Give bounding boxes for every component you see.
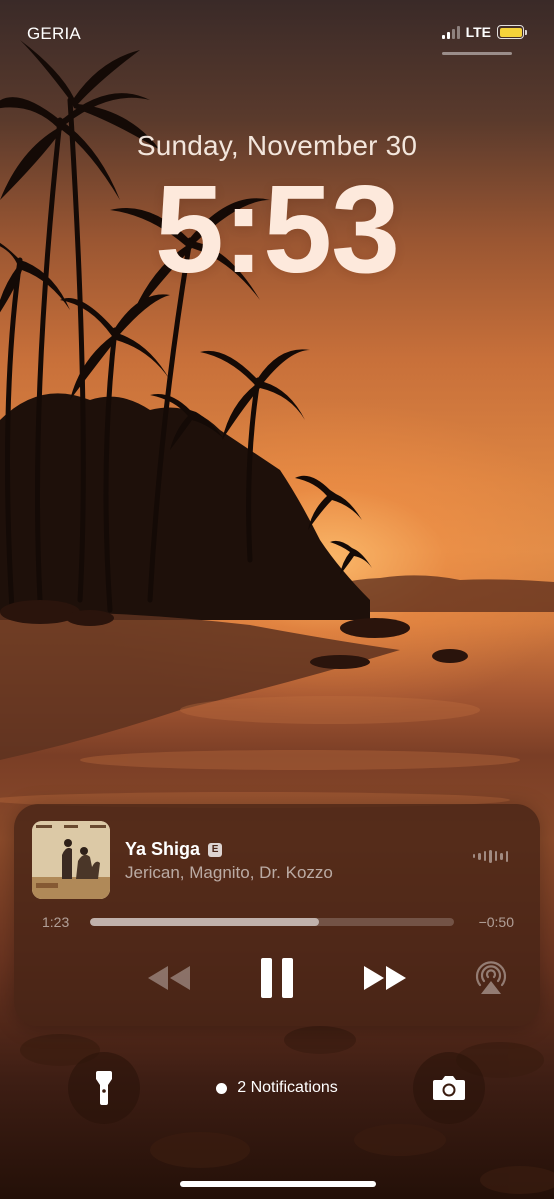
track-artist[interactable]: Jerican, Magnito, Dr. Kozzo — [125, 863, 333, 883]
airplay-icon — [475, 961, 507, 994]
rewind-icon — [148, 966, 190, 990]
album-artwork[interactable] — [32, 821, 110, 899]
pause-icon — [261, 958, 293, 998]
track-title[interactable]: Ya Shiga E — [125, 839, 223, 860]
battery-icon — [497, 25, 527, 39]
album-art-illustration — [32, 821, 110, 899]
notifications-label: 2 Notifications — [237, 1079, 338, 1096]
rewind-button[interactable] — [138, 956, 200, 1000]
playback-progress — [90, 918, 320, 926]
pause-button[interactable] — [252, 952, 302, 1004]
time-elapsed: 1:23 — [42, 914, 70, 930]
playback-scrubber[interactable] — [90, 918, 454, 926]
signal-strength-icon — [441, 25, 460, 39]
status-bar-indicator — [442, 52, 512, 55]
status-indicators: LTE — [441, 24, 527, 40]
carrier-name: GERIA — [27, 24, 81, 43]
time-remaining: −0:50 — [478, 914, 514, 930]
camera-icon — [433, 1076, 465, 1100]
now-playing-widget[interactable]: Ya Shiga E Jerican, Magnito, Dr. Kozzo 1… — [14, 804, 540, 1026]
lock-date: Sunday, November 30 — [136, 130, 418, 161]
audio-waveform-icon[interactable] — [472, 849, 508, 863]
network-type: LTE — [465, 24, 491, 40]
fast-forward-button[interactable] — [354, 956, 416, 1000]
airplay-button[interactable] — [466, 956, 516, 1000]
explicit-badge: E — [208, 842, 223, 857]
track-title-text: Ya Shiga — [125, 839, 201, 859]
fast-forward-icon — [364, 966, 406, 990]
camera-button[interactable] — [413, 1052, 485, 1124]
home-indicator[interactable] — [180, 1181, 376, 1187]
lock-clock[interactable]: 5:53 — [0, 168, 554, 292]
notification-dot-icon — [216, 1082, 228, 1094]
